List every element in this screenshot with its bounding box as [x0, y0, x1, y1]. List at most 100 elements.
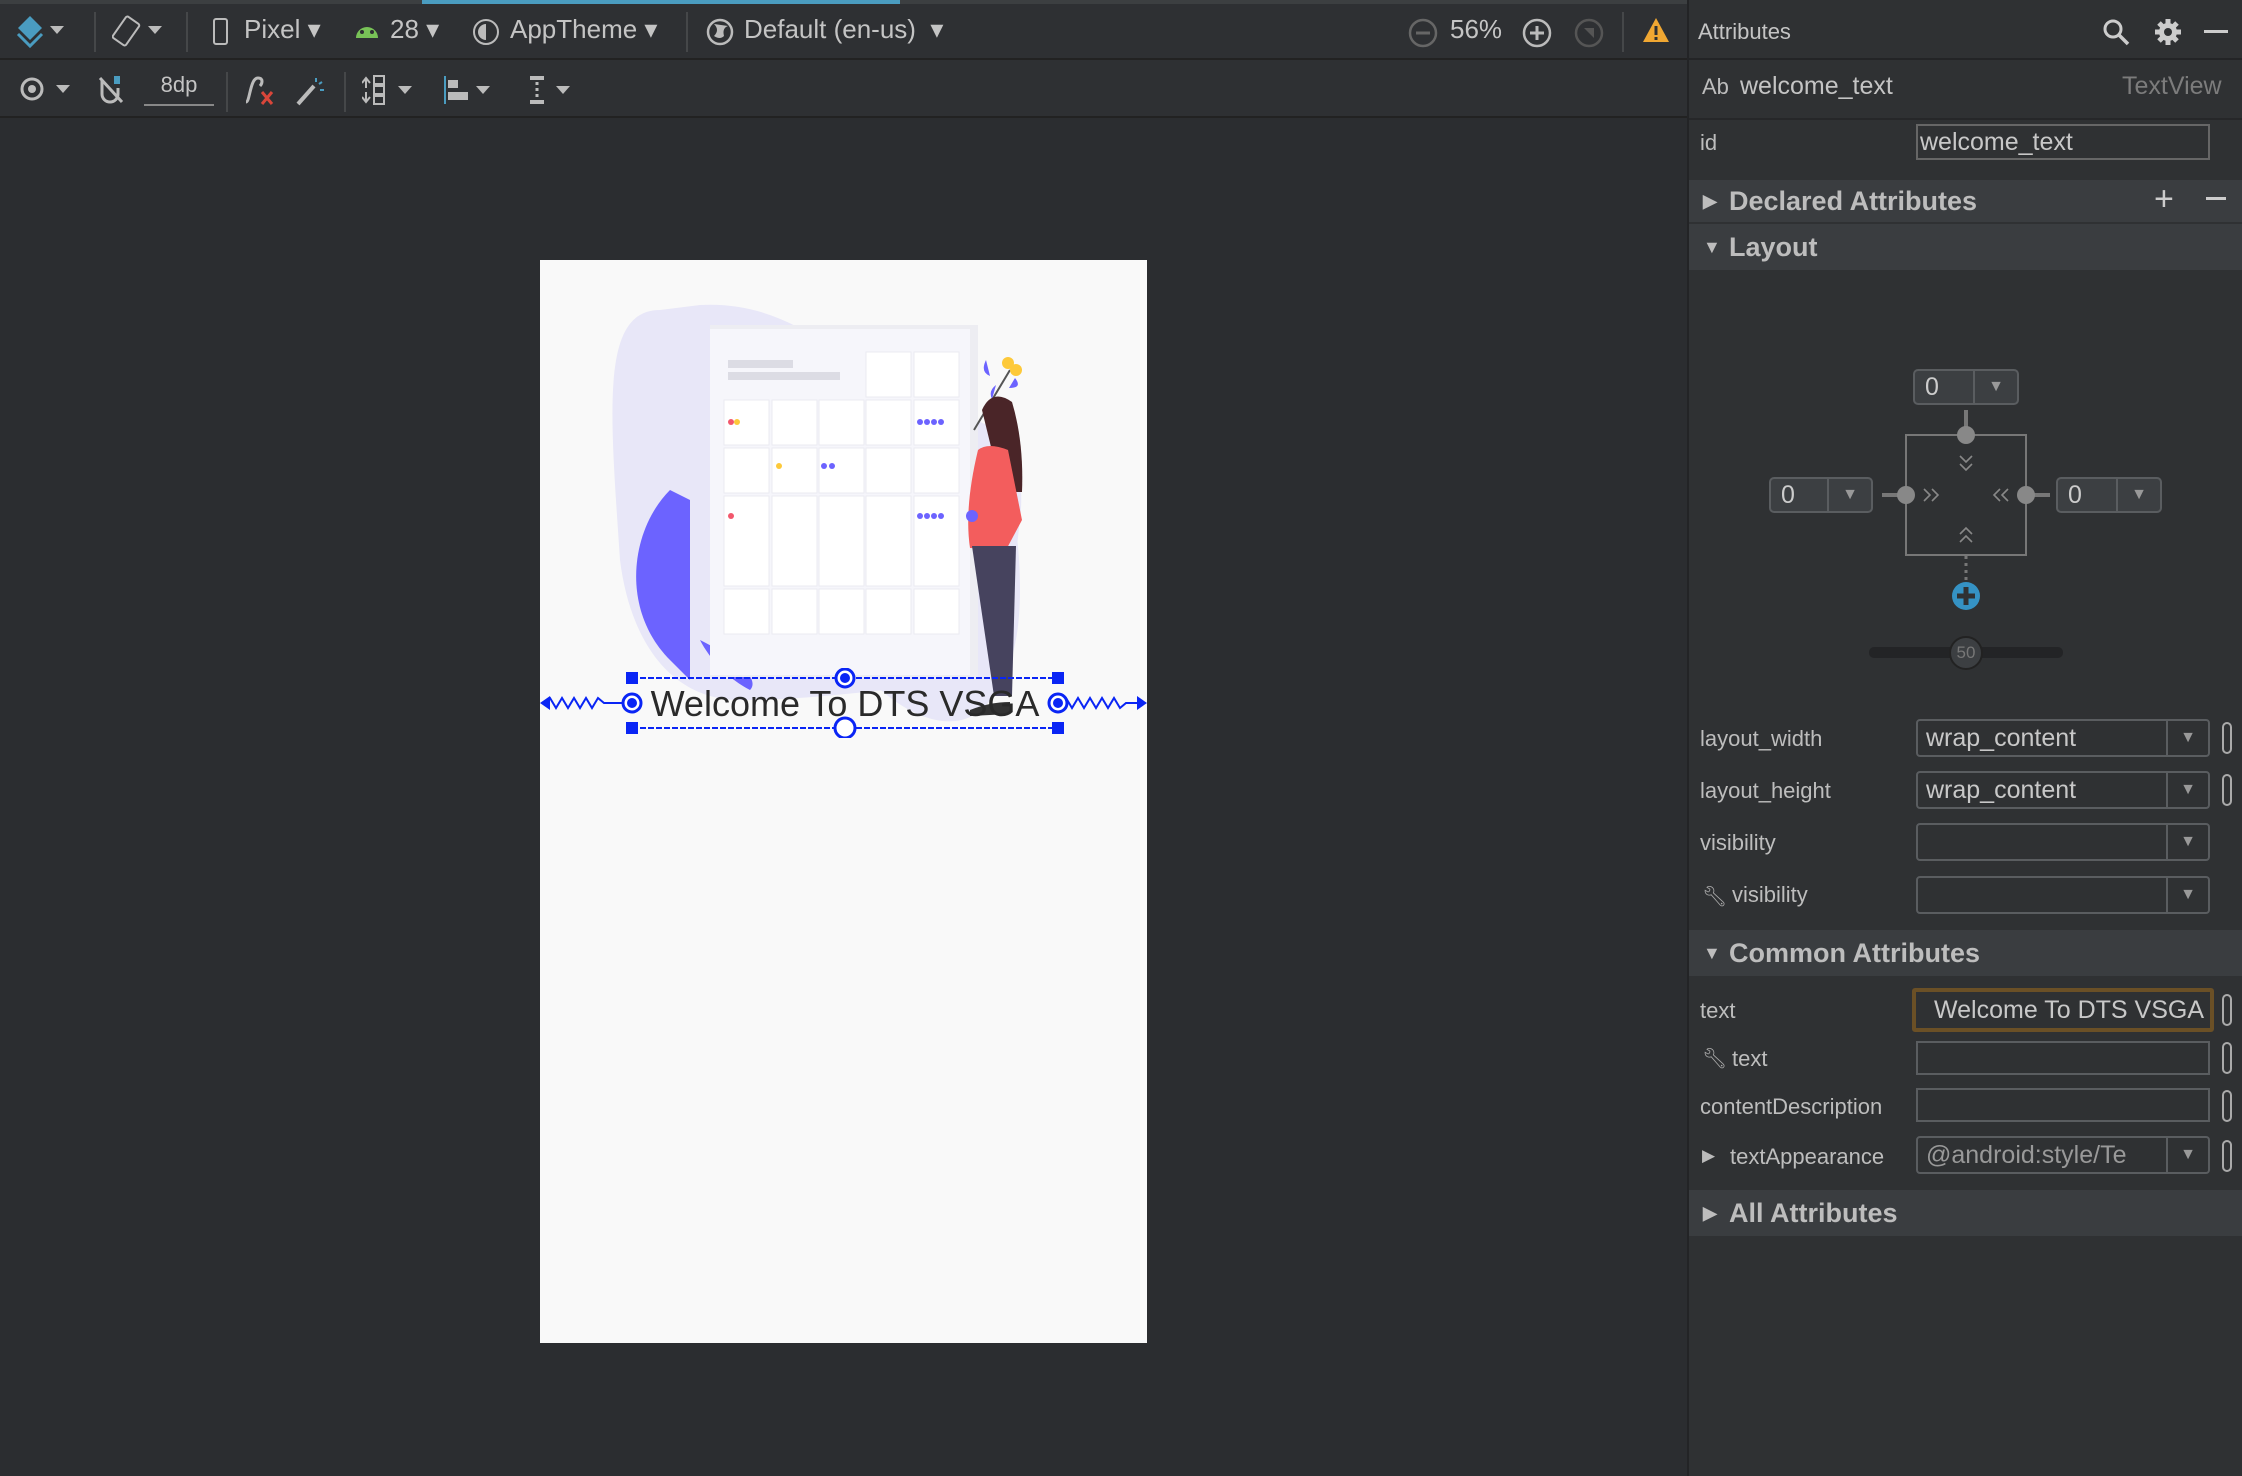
resource-picker-button[interactable] — [2222, 994, 2232, 1026]
layout-height-dropdown[interactable]: wrap_content ▼ — [1916, 771, 2210, 809]
layout-width-dropdown[interactable]: wrap_content ▼ — [1916, 719, 2210, 757]
device-icon — [213, 18, 228, 45]
add-attribute-button[interactable]: + — [2154, 180, 2174, 219]
text-input[interactable]: Welcome To DTS VSGA — [1912, 988, 2214, 1032]
margin-top-dropdown[interactable]: 0 ▼ — [1913, 369, 2019, 405]
calendar-illustration — [612, 304, 1023, 722]
dropdown-arrow-icon: ▼ — [2166, 878, 2208, 912]
collapse-icon: ▼ — [1703, 236, 1721, 257]
guidelines-icon[interactable] — [528, 74, 578, 106]
text-appearance-dropdown[interactable]: @android:style/Te ▼ — [1916, 1136, 2210, 1174]
attr-label: visibility — [1732, 882, 1808, 907]
attr-label: contentDescription — [1700, 1094, 1883, 1119]
zoom-in-icon[interactable] — [1522, 18, 1552, 48]
orientation-icon[interactable] — [112, 14, 166, 48]
separator — [1622, 12, 1624, 52]
infer-constraints-icon[interactable] — [294, 74, 328, 106]
zoom-level: 56% — [1450, 14, 1503, 44]
component-id: welcome_text — [1740, 72, 1893, 100]
id-label: id — [1700, 130, 1718, 155]
margin-right-dropdown[interactable]: 0 ▼ — [2056, 477, 2162, 513]
tools-text-input[interactable] — [1916, 1041, 2210, 1075]
locale-selector[interactable]: Default (en-us) ▾ — [744, 14, 943, 45]
attr-label: text — [1700, 998, 1736, 1023]
globe-icon — [706, 18, 734, 46]
dropdown-arrow-icon: ▼ — [2116, 479, 2160, 511]
id-input[interactable]: welcome_text — [1916, 124, 2210, 160]
tools-visibility-dropdown[interactable]: ▼ — [1916, 876, 2210, 914]
resource-picker-button[interactable] — [2222, 722, 2232, 754]
margin-top-value: 0 — [1925, 372, 1939, 401]
separator — [686, 12, 688, 52]
remove-attribute-button[interactable] — [2206, 197, 2226, 200]
separator — [94, 12, 96, 52]
separator — [226, 72, 228, 112]
autoconnect-icon[interactable] — [96, 74, 128, 106]
attr-label: text — [1732, 1046, 1768, 1071]
resource-picker-button[interactable] — [2222, 1090, 2232, 1122]
wrench-icon: 🔧︎ — [1702, 1048, 1728, 1070]
device-preview[interactable]: Welcome To DTS VSGA — [540, 260, 1147, 1343]
section-all-attributes[interactable]: ▶ All Attributes — [1689, 1190, 2242, 1236]
welcome-textview[interactable]: Welcome To DTS VSGA — [638, 680, 1052, 728]
zoom-fit-icon[interactable] — [1574, 18, 1604, 48]
separator — [186, 12, 188, 52]
expand-icon[interactable]: ▶ — [1702, 1146, 1715, 1166]
section-title: Declared Attributes — [1729, 185, 1978, 216]
attr-label: visibility — [1700, 830, 1776, 855]
section-title: Layout — [1729, 231, 1818, 262]
dropdown-arrow-icon: ▼ — [1973, 371, 2017, 403]
component-type: TextView — [2122, 72, 2222, 100]
theme-label: AppTheme — [510, 14, 638, 44]
zoom-out-icon[interactable] — [1408, 18, 1438, 48]
pack-icon[interactable] — [362, 74, 416, 106]
text-appearance-value: @android:style/Te — [1926, 1140, 2127, 1169]
wrench-icon: 🔧︎ — [1702, 886, 1728, 908]
margin-right-value: 0 — [2068, 480, 2082, 509]
layers-icon[interactable] — [16, 14, 70, 48]
expand-icon: ▶ — [1703, 1202, 1717, 1223]
warning-icon[interactable] — [1642, 16, 1670, 44]
attr-label: textAppearance — [1730, 1144, 1885, 1169]
dropdown-arrow-icon: ▼ — [2166, 1138, 2208, 1172]
resource-picker-button[interactable] — [2222, 1140, 2232, 1172]
content-description-input[interactable] — [1916, 1088, 2210, 1122]
search-icon[interactable] — [2102, 18, 2130, 46]
dropdown-arrow-icon: ▼ — [2166, 825, 2208, 859]
default-margin-selector[interactable]: 8dp — [144, 72, 214, 106]
margin-left-value: 0 — [1781, 480, 1795, 509]
bias-slider-thumb[interactable]: 50 — [1949, 636, 1983, 670]
gear-icon[interactable] — [2154, 18, 2182, 46]
resource-picker-button[interactable] — [2222, 1042, 2232, 1074]
section-layout[interactable]: ▼ Layout — [1689, 224, 2242, 270]
dropdown-arrow-icon: ▼ — [2166, 773, 2208, 807]
separator — [344, 72, 346, 112]
api-selector[interactable]: 28 ▾ — [390, 14, 439, 45]
clear-constraints-icon[interactable] — [242, 74, 276, 106]
expand-icon: ▶ — [1703, 190, 1717, 211]
section-title: Common Attributes — [1729, 937, 1980, 968]
layout-width-value: wrap_content — [1926, 723, 2077, 752]
attr-label: layout_height — [1700, 778, 1831, 803]
device-selector[interactable]: Pixel ▾ — [244, 14, 321, 45]
margin-left-dropdown[interactable]: 0 ▼ — [1769, 477, 1873, 513]
theme-selector[interactable]: AppTheme ▾ — [510, 14, 657, 45]
minimize-icon[interactable] — [2204, 30, 2228, 33]
section-title: All Attributes — [1729, 1197, 1898, 1228]
panel-title: Attributes — [1698, 19, 1791, 44]
api-label: 28 — [390, 14, 419, 44]
view-options-icon[interactable] — [18, 76, 72, 102]
resource-picker-button[interactable] — [2222, 774, 2232, 806]
add-bottom-constraint-icon[interactable] — [1951, 581, 1981, 611]
locale-label: Default (en-us) — [744, 14, 916, 44]
dropdown-arrow-icon: ▼ — [1827, 479, 1871, 511]
dropdown-arrow-icon: ▼ — [2166, 721, 2208, 755]
section-common-attributes[interactable]: ▼ Common Attributes — [1689, 930, 2242, 976]
visibility-dropdown[interactable]: ▼ — [1916, 823, 2210, 861]
attr-label: layout_width — [1700, 726, 1823, 751]
align-icon[interactable] — [444, 74, 498, 106]
layout-height-value: wrap_content — [1926, 775, 2077, 804]
theme-icon — [473, 19, 499, 45]
device-label: Pixel — [244, 14, 301, 44]
textview-icon: Ab — [1702, 74, 1729, 99]
